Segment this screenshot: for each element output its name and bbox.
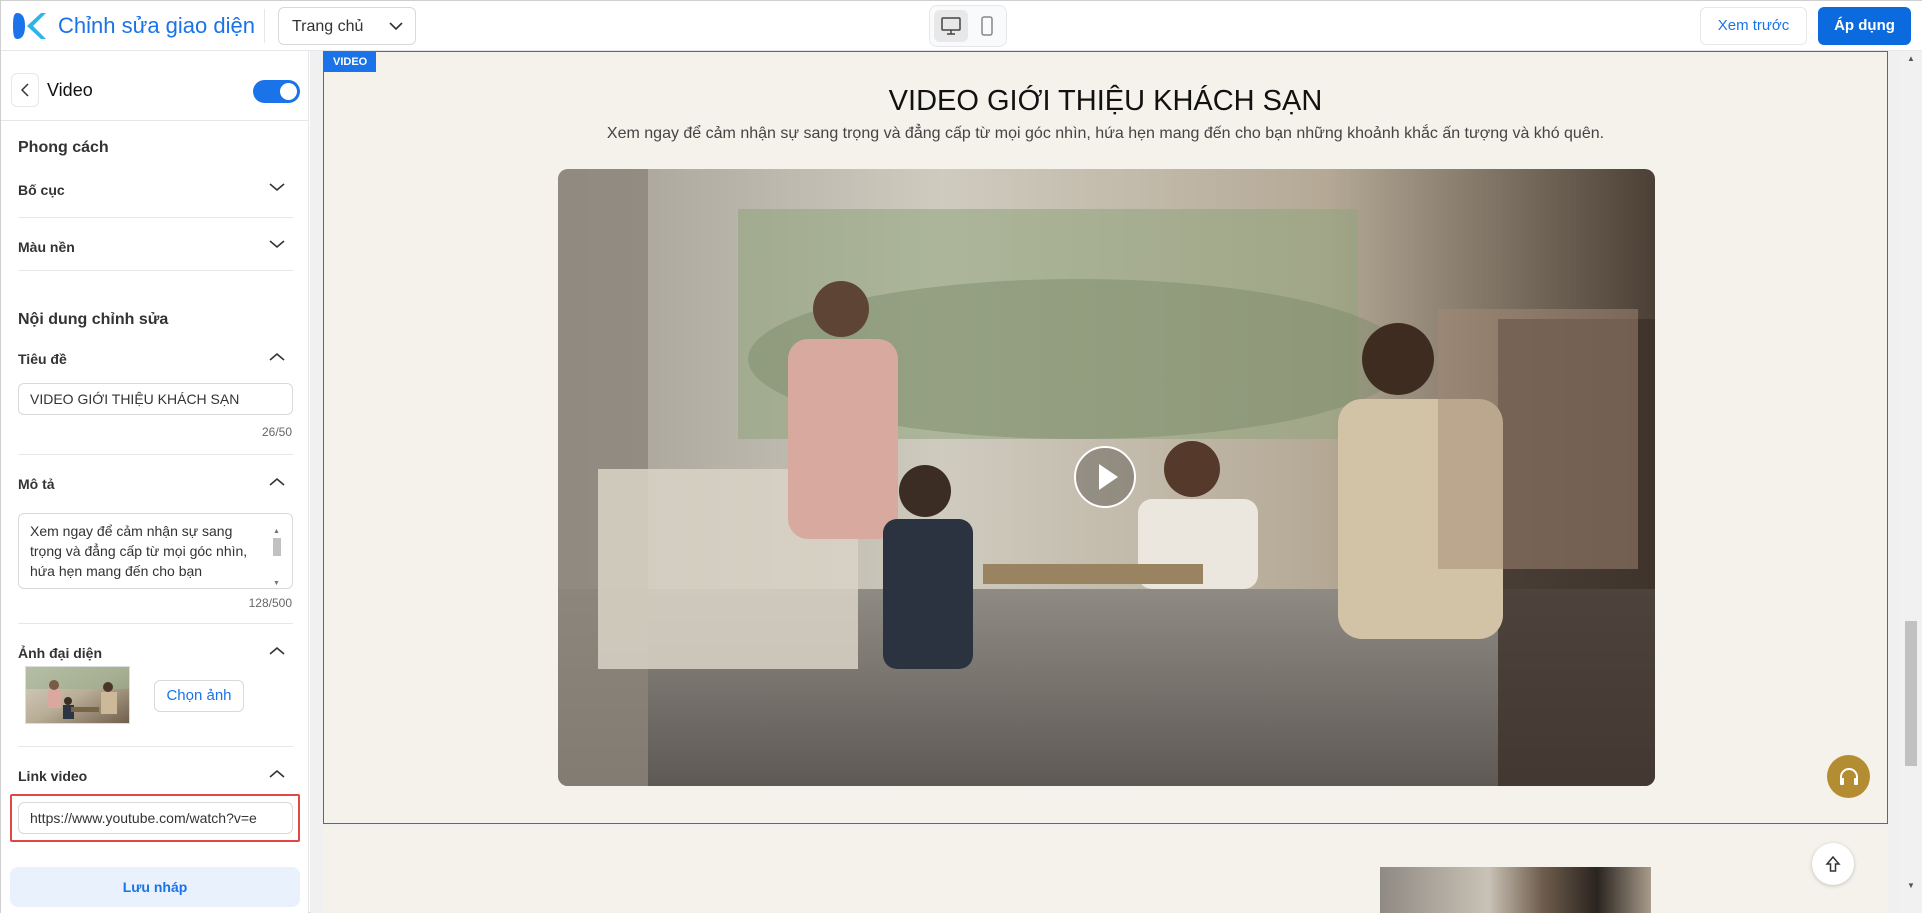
- chevron-down-icon[interactable]: [269, 182, 285, 192]
- chevron-left-icon: [21, 83, 29, 97]
- chevron-up-icon[interactable]: [269, 769, 285, 779]
- play-icon: [1099, 464, 1118, 490]
- title-field-label[interactable]: Tiêu đề: [18, 351, 67, 367]
- arrow-up-icon: [1825, 855, 1841, 872]
- avatar-field-label[interactable]: Ảnh đại diện: [18, 645, 102, 661]
- play-button[interactable]: [1074, 446, 1136, 508]
- content-heading: Nội dung chỉnh sửa: [18, 311, 169, 328]
- chevron-down-icon[interactable]: [269, 239, 285, 249]
- scroll-thumb[interactable]: [273, 538, 281, 556]
- description-field-label[interactable]: Mô tả: [18, 476, 55, 492]
- description-text: Xem ngay để cảm nhận sự sang trọng và đẳ…: [30, 523, 248, 579]
- description-textarea[interactable]: Xem ngay để cảm nhận sự sang trọng và đẳ…: [18, 513, 293, 589]
- title-input[interactable]: VIDEO GIỚI THIỆU KHÁCH SẠN: [18, 383, 293, 415]
- video-title: VIDEO GIỚI THIỆU KHÁCH SẠN: [888, 85, 1323, 117]
- link-field-label[interactable]: Link video: [18, 768, 87, 784]
- divider: [264, 9, 265, 43]
- next-section: [323, 827, 1888, 913]
- top-bar: Chỉnh sửa giao diện Trang chủ Xem trước …: [1, 1, 1922, 51]
- divider: [18, 454, 293, 455]
- chevron-up-icon[interactable]: [269, 646, 285, 656]
- sidebar-header: Video: [1, 51, 308, 121]
- preview-button[interactable]: Xem trước: [1700, 7, 1807, 45]
- video-link-input[interactable]: https://www.youtube.com/watch?v=e: [18, 802, 293, 834]
- save-draft-button[interactable]: Lưu nháp: [10, 867, 300, 907]
- divider: [18, 270, 293, 271]
- app-title: Chỉnh sửa giao diện: [58, 13, 255, 38]
- scroll-down-icon: ▼: [1907, 881, 1915, 890]
- video-description: Xem ngay để cảm nhận sự sang trọng và đẳ…: [606, 125, 1605, 142]
- chevron-up-icon[interactable]: [269, 477, 285, 487]
- next-section-image: [1380, 867, 1651, 913]
- canvas-scrollbar[interactable]: ▲ ▼: [1899, 51, 1922, 913]
- choose-image-button[interactable]: Chọn ảnh: [154, 680, 244, 712]
- description-counter: 128/500: [248, 596, 292, 610]
- chevron-down-icon: [389, 22, 403, 31]
- chevron-up-icon[interactable]: [269, 352, 285, 362]
- apply-button[interactable]: Áp dụng: [1818, 7, 1911, 45]
- back-to-top-button[interactable]: [1812, 843, 1854, 885]
- page-select-value: Trang chủ: [292, 18, 364, 35]
- back-button[interactable]: [11, 73, 39, 107]
- video-section[interactable]: VIDEO VIDEO GIỚI THIỆU KHÁCH SẠN Xem nga…: [323, 51, 1888, 824]
- textarea-scrollbar[interactable]: ▲ ▼: [272, 522, 282, 587]
- headset-icon: [1839, 767, 1858, 785]
- scroll-thumb[interactable]: [1905, 621, 1917, 766]
- desktop-view-button[interactable]: [934, 10, 968, 42]
- divider: [18, 623, 293, 624]
- preview-canvas: VIDEO VIDEO GIỚI THIỆU KHÁCH SẠN Xem nga…: [310, 51, 1922, 913]
- background-accordion[interactable]: Màu nền: [18, 239, 75, 255]
- sidebar-title: Video: [47, 80, 93, 100]
- section-tag: VIDEO: [324, 52, 377, 72]
- device-toggle: [929, 5, 1007, 47]
- mobile-icon: [981, 16, 993, 36]
- divider: [18, 217, 293, 218]
- desktop-icon: [941, 17, 961, 35]
- scroll-down-icon: ▼: [273, 580, 280, 587]
- page-select[interactable]: Trang chủ: [278, 7, 416, 45]
- divider: [18, 746, 293, 747]
- support-button[interactable]: [1827, 755, 1870, 798]
- layout-accordion[interactable]: Bố cục: [18, 182, 65, 198]
- app-logo-icon: [13, 13, 46, 39]
- section-visibility-toggle[interactable]: [253, 80, 300, 103]
- video-player[interactable]: [558, 169, 1655, 786]
- editor-sidebar: Video Phong cách Bố cục Màu nền Nội dung…: [1, 51, 309, 913]
- scroll-up-icon: ▲: [1907, 54, 1915, 63]
- title-counter: 26/50: [261, 425, 292, 439]
- avatar-thumbnail: [25, 666, 130, 724]
- style-heading: Phong cách: [18, 139, 109, 156]
- mobile-view-button[interactable]: [970, 10, 1004, 42]
